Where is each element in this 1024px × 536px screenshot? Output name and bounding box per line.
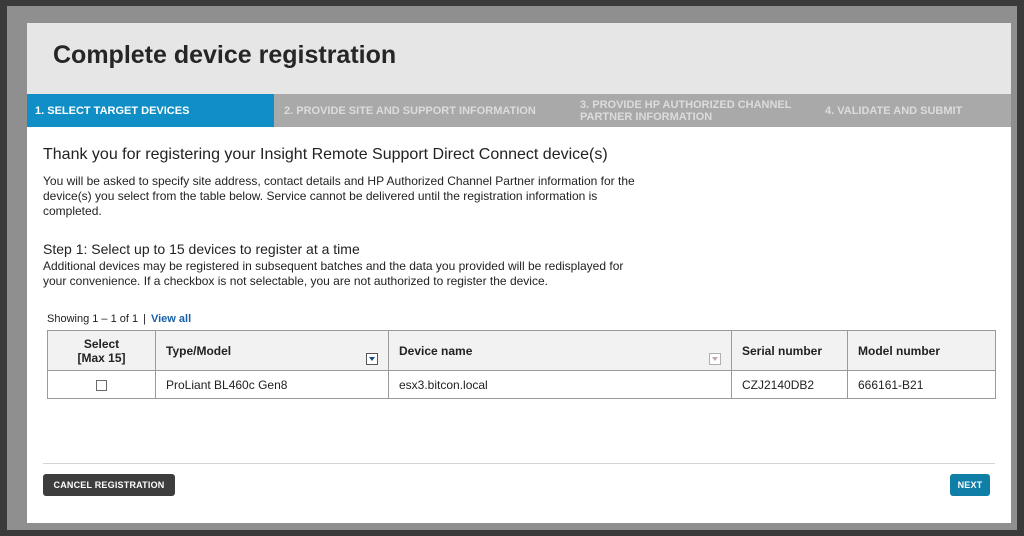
header-device-name: Device name [388, 330, 732, 371]
sort-dropdown-icon[interactable] [366, 353, 378, 365]
view-all-link[interactable]: View all [151, 313, 191, 325]
pagination-info: Showing 1 – 1 of 1 | View all [47, 313, 1011, 325]
cell-serial-number: CZJ2140DB2 [731, 370, 848, 399]
step1-heading: Step 1: Select up to 15 devices to regis… [43, 241, 360, 257]
step-provide-channel-partner[interactable]: 3. PROVIDE HP AUTHORIZED CHANNEL PARTNER… [568, 94, 813, 127]
cell-model-number: 666161-B21 [847, 370, 996, 399]
cell-device-name: esx3.bitcon.local [388, 370, 732, 399]
footer-divider [43, 463, 995, 464]
table-row: ProLiant BL460c Gen8 esx3.bitcon.local C… [47, 370, 996, 399]
device-select-checkbox[interactable] [96, 379, 107, 391]
wizard-steps: 1. SELECT TARGET DEVICES 2. PROVIDE SITE… [27, 94, 1011, 127]
window-frame: Complete device registration 1. SELECT T… [7, 6, 1017, 530]
pagination-separator: | [143, 313, 146, 325]
table-header-row: Select [Max 15] Type/Model Device name S… [47, 330, 996, 371]
intro-text: You will be asked to specify site addres… [43, 174, 635, 218]
step-provide-site-support[interactable]: 2. PROVIDE SITE AND SUPPORT INFORMATION [274, 94, 568, 127]
cell-type-model: ProLiant BL460c Gen8 [155, 370, 389, 399]
sort-dropdown-icon[interactable] [709, 353, 721, 365]
header-device-name-label: Device name [399, 343, 473, 358]
showing-count: Showing 1 – 1 of 1 [47, 313, 139, 325]
step-validate-submit[interactable]: 4. VALIDATE AND SUBMIT [813, 94, 1011, 127]
header-select-label: Select [83, 336, 120, 351]
cancel-registration-button[interactable]: CANCEL REGISTRATION [43, 474, 175, 496]
header-serial-number: Serial number [731, 330, 848, 371]
header-type-model: Type/Model [155, 330, 389, 371]
header-model-number: Model number [847, 330, 996, 371]
step1-text: Additional devices may be registered in … [43, 259, 624, 288]
registration-dialog: Complete device registration 1. SELECT T… [27, 23, 1011, 523]
cell-select [47, 370, 156, 399]
main-content: Thank you for registering your Insight R… [27, 127, 1011, 399]
page-title: Complete device registration [53, 41, 397, 69]
header-select: Select [Max 15] [47, 330, 156, 371]
devices-table: Select [Max 15] Type/Model Device name S… [47, 330, 996, 399]
next-button[interactable]: NEXT [950, 474, 990, 496]
intro-heading: Thank you for registering your Insight R… [43, 146, 608, 163]
header-type-model-label: Type/Model [166, 343, 232, 358]
header-select-max: [Max 15] [77, 350, 126, 365]
dialog-header: Complete device registration [27, 23, 1011, 94]
step-select-target-devices[interactable]: 1. SELECT TARGET DEVICES [27, 94, 274, 127]
